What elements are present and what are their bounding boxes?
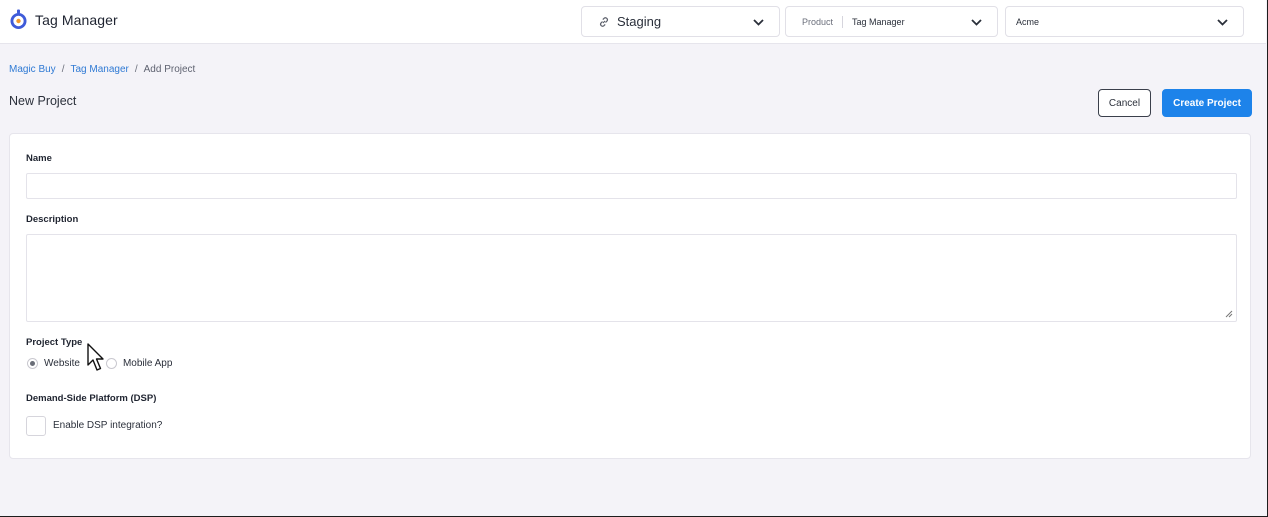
description-textarea[interactable] xyxy=(26,234,1237,322)
product-value: Tag Manager xyxy=(852,16,905,27)
radio-mobile-app[interactable] xyxy=(105,358,117,369)
link-icon xyxy=(600,16,608,27)
name-input[interactable] xyxy=(26,173,1237,199)
tag-manager-logo-icon xyxy=(10,9,27,29)
product-label: Product xyxy=(802,16,834,27)
product-dropdown[interactable]: Product Tag Manager xyxy=(785,6,998,37)
description-label: Description xyxy=(26,214,79,225)
dsp-checkbox-label[interactable]: Enable DSP integration? xyxy=(53,420,162,431)
project-type-label: Project Type xyxy=(26,337,83,348)
radio-selected-dot xyxy=(30,361,35,366)
radio-website[interactable] xyxy=(27,358,38,369)
chevron-down-icon xyxy=(753,19,764,26)
breadcrumb-link-magic-buy[interactable]: Magic Buy xyxy=(9,64,56,75)
breadcrumb-link-tag-manager[interactable]: Tag Manager xyxy=(70,64,128,75)
mouse-cursor-icon xyxy=(87,343,104,371)
organization-value: Acme xyxy=(1016,16,1040,27)
project-form-card: Name Description Project Type Website Mo… xyxy=(9,133,1251,459)
dsp-checkbox[interactable] xyxy=(26,416,46,436)
breadcrumb-separator: / xyxy=(61,64,65,75)
radio-website-label[interactable]: Website xyxy=(44,358,80,369)
chevron-down-icon xyxy=(1217,19,1228,26)
resize-handle-icon[interactable] xyxy=(1225,310,1233,318)
cancel-button[interactable]: Cancel xyxy=(1098,89,1151,117)
app-title: Tag Manager xyxy=(35,11,118,28)
brand[interactable]: Tag Manager xyxy=(9,9,118,30)
create-project-button[interactable]: Create Project xyxy=(1162,89,1252,117)
environment-dropdown[interactable]: Staging xyxy=(581,6,780,37)
organization-dropdown[interactable]: Acme xyxy=(1005,6,1244,37)
page-title: New Project xyxy=(9,94,77,108)
divider xyxy=(842,15,844,28)
project-type-radio-group: Website Mobile App xyxy=(27,358,198,369)
app-window: Tag Manager Staging Product Tag Manager … xyxy=(0,0,1268,517)
breadcrumb-separator: / xyxy=(134,64,138,75)
dsp-label: Demand-Side Platform (DSP) xyxy=(26,393,157,404)
breadcrumb-current: Add Project xyxy=(143,64,196,75)
environment-value: Staging xyxy=(617,14,662,29)
radio-mobile-app-label[interactable]: Mobile App xyxy=(123,358,172,369)
breadcrumb: Magic Buy / Tag Manager / Add Project xyxy=(9,64,195,75)
chevron-down-icon xyxy=(971,19,982,26)
name-label: Name xyxy=(26,153,52,164)
top-bar: Tag Manager Staging Product Tag Manager … xyxy=(0,0,1266,44)
